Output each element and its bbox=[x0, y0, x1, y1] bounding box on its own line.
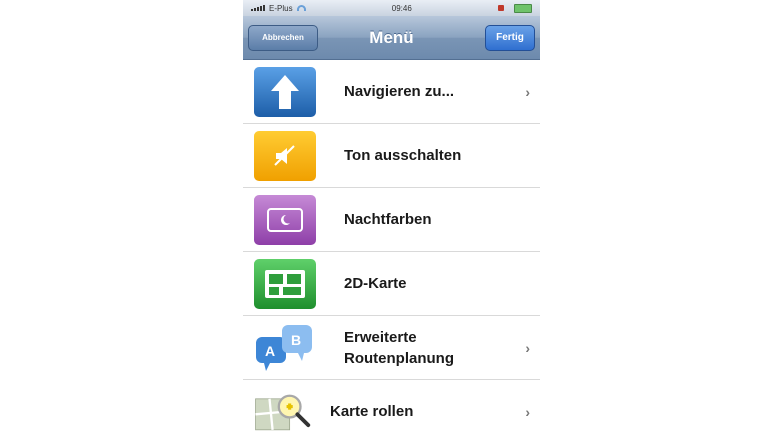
menu-item-label: Nachtfarben bbox=[344, 211, 432, 228]
chevron-right-icon: › bbox=[525, 83, 530, 100]
status-left: E-Plus bbox=[251, 4, 306, 13]
menu-item-label: Ton ausschalten bbox=[344, 147, 462, 164]
night-colors-icon bbox=[254, 194, 316, 245]
route-planning-icon: A B bbox=[254, 323, 316, 373]
wifi-icon bbox=[296, 5, 306, 11]
chevron-right-icon: › bbox=[525, 339, 530, 356]
menu-item-2d-map[interactable]: 2D-Karte bbox=[243, 252, 540, 316]
menu-item-browse-map[interactable]: Karte rollen › bbox=[243, 380, 540, 442]
menu-list: Navigieren zu... › Ton ausschalten Nacht… bbox=[243, 60, 540, 442]
cancel-button[interactable]: Abbrechen bbox=[248, 24, 318, 51]
svg-text:B: B bbox=[291, 332, 301, 348]
map-browse-icon bbox=[254, 387, 316, 437]
menu-item-night-colors[interactable]: Nachtfarben bbox=[243, 188, 540, 252]
done-button[interactable]: Fertig bbox=[485, 24, 535, 51]
status-bar: E-Plus 09:46 bbox=[243, 0, 540, 16]
status-right bbox=[498, 3, 532, 13]
menu-item-route-planning[interactable]: A B Erweiterte Routenplanung › bbox=[243, 316, 540, 380]
svg-text:A: A bbox=[265, 343, 275, 359]
menu-item-label: Erweiterte Routenplanung bbox=[344, 328, 454, 367]
menu-item-label: Navigieren zu... bbox=[344, 83, 455, 100]
signal-bars-icon bbox=[251, 5, 265, 11]
carrier-name: E-Plus bbox=[269, 3, 293, 13]
status-time: 09:46 bbox=[391, 3, 412, 13]
arrow-up-icon bbox=[254, 66, 316, 117]
mute-speaker-icon bbox=[254, 130, 316, 181]
map-2d-icon bbox=[254, 258, 316, 309]
menu-item-label: Karte rollen bbox=[330, 403, 414, 420]
menu-item-label: 2D-Karte bbox=[344, 275, 407, 292]
lock-icon bbox=[498, 5, 504, 11]
menu-item-mute[interactable]: Ton ausschalten bbox=[243, 124, 540, 188]
menu-item-navigate-to[interactable]: Navigieren zu... › bbox=[243, 60, 540, 124]
phone-screen: E-Plus 09:46 Abbrechen Menü Fertig Navig… bbox=[243, 0, 540, 442]
battery-icon bbox=[514, 3, 532, 13]
chevron-right-icon: › bbox=[525, 403, 530, 420]
navigation-bar: Abbrechen Menü Fertig bbox=[243, 16, 540, 60]
